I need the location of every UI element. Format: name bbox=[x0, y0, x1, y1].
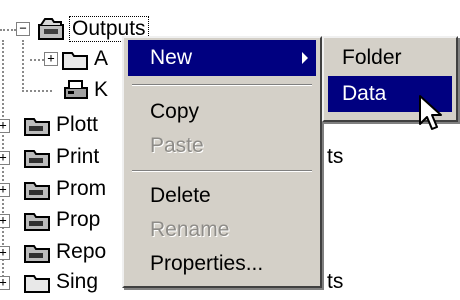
tree-expand-toggle[interactable]: + bbox=[44, 52, 58, 66]
tree-connector bbox=[0, 29, 16, 31]
menu-item-paste[interactable]: Paste bbox=[128, 128, 316, 164]
folder-drive-icon bbox=[24, 145, 52, 169]
tree-item[interactable]: Plott bbox=[56, 113, 98, 137]
tree-item-child[interactable]: A bbox=[94, 47, 108, 71]
folder-icon bbox=[24, 270, 52, 294]
menu-item-label: Rename bbox=[150, 218, 230, 241]
printer-icon bbox=[62, 78, 90, 102]
menu-item-delete[interactable]: Delete bbox=[128, 178, 316, 214]
tree-connector bbox=[22, 90, 52, 92]
menu-item-copy[interactable]: Copy bbox=[128, 94, 316, 130]
tree-collapse-toggle-outputs[interactable]: − bbox=[16, 22, 30, 36]
context-menu: New Copy Paste Delete Rename Properties.… bbox=[122, 36, 322, 288]
submenu-item-folder[interactable]: Folder bbox=[328, 40, 452, 76]
tree-item[interactable]: Print bbox=[56, 145, 99, 169]
menu-item-label: Properties... bbox=[150, 252, 264, 275]
submenu-arrow-icon bbox=[302, 52, 308, 64]
tree-item-trailing-text: ts bbox=[327, 270, 344, 293]
tree-expand-toggle[interactable]: + bbox=[0, 214, 10, 228]
tree-expand-toggle[interactable]: + bbox=[0, 246, 10, 260]
tree-expand-toggle[interactable]: + bbox=[0, 151, 10, 165]
folder-drive-icon bbox=[24, 208, 52, 232]
tree-item[interactable]: Sing bbox=[56, 270, 98, 294]
folder-icon bbox=[62, 47, 90, 71]
menu-item-label: Folder bbox=[342, 46, 402, 69]
menu-item-label: Paste bbox=[150, 134, 204, 157]
tree-item-child[interactable]: K bbox=[94, 78, 108, 102]
folder-open-drive-icon bbox=[38, 16, 66, 40]
tree-connector bbox=[22, 40, 24, 92]
folder-drive-icon bbox=[24, 240, 52, 264]
mouse-pointer-icon bbox=[418, 94, 444, 140]
menu-item-new[interactable]: New bbox=[128, 40, 316, 76]
tree-item[interactable]: Prop bbox=[56, 208, 100, 232]
tree-expand-toggle[interactable]: + bbox=[0, 119, 10, 133]
tree-expand-toggle[interactable]: + bbox=[0, 183, 10, 197]
menu-item-properties[interactable]: Properties... bbox=[128, 246, 316, 282]
tree-item-trailing-text: ts bbox=[327, 145, 344, 168]
menu-separator bbox=[132, 170, 312, 172]
menu-item-label: New bbox=[150, 46, 193, 69]
menu-item-label: Data bbox=[342, 82, 387, 105]
menu-item-label: Copy bbox=[150, 100, 200, 123]
tree-item[interactable]: Prom bbox=[56, 177, 106, 201]
folder-drive-icon bbox=[24, 177, 52, 201]
menu-item-label: Delete bbox=[150, 184, 211, 207]
menu-separator bbox=[132, 84, 312, 86]
folder-drive-icon bbox=[24, 113, 52, 137]
tree-expand-toggle[interactable]: + bbox=[0, 276, 10, 290]
menu-item-rename[interactable]: Rename bbox=[128, 212, 316, 248]
tree-item[interactable]: Repo bbox=[56, 240, 106, 264]
